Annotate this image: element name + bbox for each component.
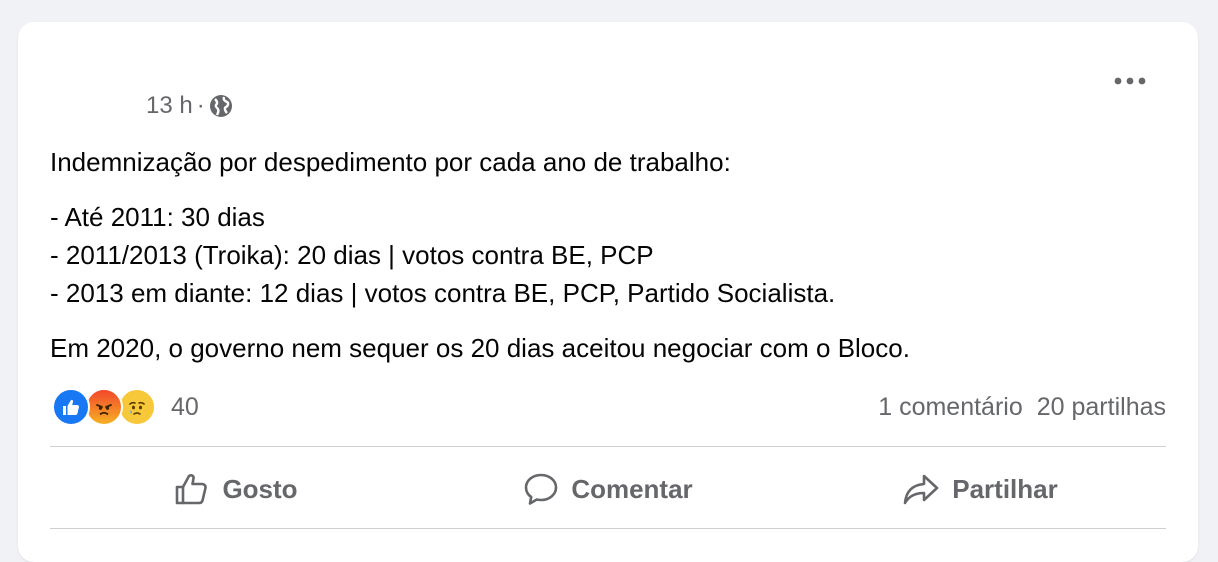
post-intro: Indemnização por despedimento por cada a… (50, 147, 731, 177)
globe-icon[interactable] (209, 94, 233, 118)
like-button[interactable]: Gosto (50, 450, 422, 528)
post-line: - Até 2011: 30 dias (50, 202, 265, 232)
divider-top (50, 446, 1166, 447)
thumbs-up-icon (176, 474, 208, 505)
like-reaction-icon (52, 388, 90, 426)
post-list: - Até 2011: 30 dias - 2011/2013 (Troika)… (50, 198, 1170, 312)
post-meta: 13 h · (146, 91, 233, 121)
share-button[interactable]: Partilhar (794, 450, 1166, 528)
shares-count-link[interactable]: 20 partilhas (1037, 393, 1166, 422)
post-line: - 2011/2013 (Troika): 20 dias | votos co… (50, 240, 654, 270)
meta-separator: · (196, 92, 205, 119)
reaction-count[interactable]: 40 (171, 393, 199, 422)
share-arrow-icon (903, 474, 939, 505)
action-bar: Gosto Comentar Partilhar (50, 450, 1166, 528)
post-timestamp[interactable]: 13 h (146, 92, 193, 120)
more-options-button[interactable] (1110, 66, 1150, 96)
sad-reaction-icon (118, 388, 156, 426)
post-text: Indemnização por despedimento por cada a… (50, 143, 1170, 367)
comment-bubble-icon (525, 473, 558, 505)
more-dots-icon (1114, 77, 1146, 85)
post-card: 13 h · Indemnização por despedimento por… (18, 22, 1198, 562)
divider-bottom (50, 528, 1166, 529)
post-line: - 2013 em diante: 12 dias | votos contra… (50, 278, 836, 308)
comment-button[interactable]: Comentar (422, 450, 794, 528)
share-button-label: Partilhar (952, 473, 1058, 504)
comment-button-label: Comentar (571, 473, 693, 504)
angry-reaction-icon (85, 388, 123, 426)
comments-count-link[interactable]: 1 comentário (878, 393, 1023, 422)
like-button-label: Gosto (222, 473, 298, 504)
engagement-stats: 1 comentário 20 partilhas (864, 388, 1166, 426)
post-closing: Em 2020, o governo nem sequer os 20 dias… (50, 333, 910, 363)
reactions-summary[interactable]: 40 (52, 388, 199, 426)
